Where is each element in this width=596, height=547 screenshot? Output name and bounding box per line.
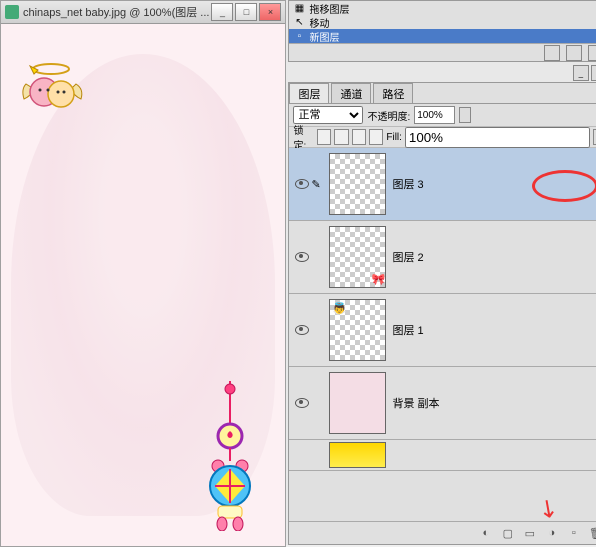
layer-name[interactable]: 背景 副本 xyxy=(392,395,596,411)
layer-name[interactable]: 图层 1 xyxy=(392,322,596,338)
close-button[interactable]: × xyxy=(259,3,281,21)
fill-input[interactable] xyxy=(405,127,590,148)
new-layer-icon: ▫ xyxy=(293,30,305,42)
drag-layer-icon: ▦ xyxy=(293,2,305,14)
panel-minimize-button[interactable]: _ xyxy=(573,65,589,81)
new-layer-icon[interactable]: ▫ xyxy=(566,525,582,541)
layer-thumbnail[interactable] xyxy=(329,442,386,468)
layer-style-icon[interactable]: ◐ xyxy=(478,525,494,541)
history-snapshot-icon[interactable] xyxy=(566,45,582,61)
visibility-eye-icon[interactable] xyxy=(295,252,309,262)
tab-layers[interactable]: 图层 xyxy=(289,83,329,103)
adjustment-layer-icon[interactable]: ◑ xyxy=(544,525,560,541)
layer-folder-icon[interactable]: ▭ xyxy=(522,525,538,541)
sticker-preview: 👼 xyxy=(332,302,344,314)
history-label: 拖移图层 xyxy=(309,1,349,16)
visibility-eye-icon[interactable] xyxy=(295,179,309,189)
tab-channels[interactable]: 通道 xyxy=(331,83,371,103)
layer-thumbnail[interactable] xyxy=(329,153,386,215)
visibility-eye-icon[interactable] xyxy=(295,325,309,335)
lock-transparency-icon[interactable] xyxy=(317,129,331,145)
history-panel: ▦ 拖移图层 ↖ 移动 ▫ 新图层 xyxy=(288,0,596,62)
history-item[interactable]: ▦ 拖移图层 xyxy=(289,1,596,15)
fill-label: Fill: xyxy=(386,132,402,143)
history-item[interactable]: ▫ 新图层 xyxy=(289,29,596,43)
layer-thumbnail[interactable]: 🎀 xyxy=(329,226,386,288)
minimize-button[interactable]: _ xyxy=(211,3,233,21)
history-new-doc-icon[interactable] xyxy=(544,45,560,61)
angel-sticker xyxy=(16,54,96,124)
layer-name[interactable]: 图层 2 xyxy=(392,249,596,265)
history-label: 移动 xyxy=(309,15,329,30)
link-column[interactable]: ✎ xyxy=(311,178,329,191)
visibility-eye-icon[interactable] xyxy=(295,398,309,408)
delete-layer-icon[interactable]: 🗑 xyxy=(588,525,596,541)
opacity-input[interactable] xyxy=(414,106,455,124)
layer-row[interactable]: ✎ 图层 3 xyxy=(289,148,596,221)
annotation-arrow: ↘ xyxy=(531,491,564,521)
opacity-slider-button[interactable] xyxy=(459,107,471,123)
window-title: chinaps_net baby.jpg @ 100%(图层 ... xyxy=(23,4,209,20)
sticker-preview: 🎀 xyxy=(371,273,383,285)
lock-position-icon[interactable] xyxy=(352,129,366,145)
layer-name[interactable]: 图层 3 xyxy=(392,176,596,192)
pendant-sticker xyxy=(200,381,260,531)
layers-panel: 图层 通道 路径 正常 不透明度: 锁定: Fill: ✎ xyxy=(288,82,596,545)
opacity-label: 不透明度: xyxy=(367,108,410,123)
file-icon xyxy=(5,5,19,19)
layer-thumbnail[interactable]: 👼 xyxy=(329,299,386,361)
maximize-button[interactable]: □ xyxy=(235,3,257,21)
lock-paint-icon[interactable] xyxy=(334,129,348,145)
lock-all-icon[interactable] xyxy=(369,129,383,145)
document-canvas[interactable] xyxy=(1,24,285,546)
panel-close-button[interactable]: × xyxy=(591,65,596,81)
layer-list: ✎ 图层 3 🎀 图层 2 👼 图层 1 背景 副本 xyxy=(289,148,596,521)
layer-mask-icon[interactable]: ▢ xyxy=(500,525,516,541)
layer-row[interactable]: 背景 副本 xyxy=(289,367,596,440)
history-label: 新图层 xyxy=(309,29,339,44)
history-delete-icon[interactable] xyxy=(588,45,596,61)
history-item[interactable]: ↖ 移动 xyxy=(289,15,596,29)
layer-row[interactable]: 👼 图层 1 xyxy=(289,294,596,367)
layer-row[interactable] xyxy=(289,440,596,471)
layer-thumbnail[interactable] xyxy=(329,372,386,434)
tab-paths[interactable]: 路径 xyxy=(373,83,413,103)
move-icon: ↖ xyxy=(293,16,305,28)
layer-row[interactable]: 🎀 图层 2 xyxy=(289,221,596,294)
